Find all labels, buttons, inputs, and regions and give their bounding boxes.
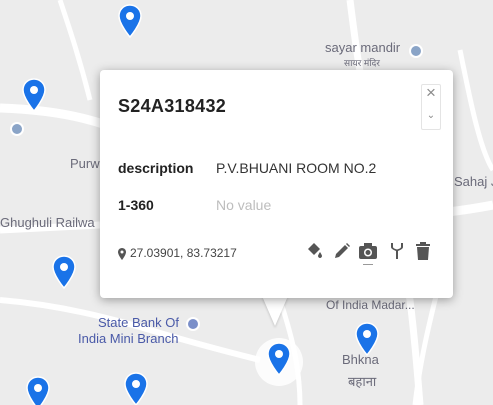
camera-icon[interactable] — [358, 240, 378, 262]
selected-map-pin-icon[interactable] — [267, 342, 291, 376]
field-label-description: description — [118, 160, 194, 176]
fork-icon[interactable] — [387, 240, 407, 262]
popup-title: S24A318432 — [118, 96, 227, 116]
trash-icon[interactable] — [413, 240, 433, 262]
camera-underline — [363, 264, 373, 265]
pencil-icon[interactable] — [332, 240, 352, 262]
map-label-state-bank-1: State Bank Of — [98, 315, 179, 330]
coordinates: 27.03901, 83.73217 — [118, 246, 237, 260]
field-label-1-360: 1-360 — [118, 197, 154, 213]
map-label-bahana-hindi: बहाना — [348, 374, 377, 389]
map-label-ghughuli-railway: Ghughuli Railwa — [0, 215, 95, 230]
map-pin-icon[interactable] — [118, 4, 142, 38]
map-pin-icon[interactable] — [22, 78, 46, 112]
field-value-description: P.V.BHUANI ROOM NO.2 — [216, 160, 377, 176]
close-icon[interactable]: × — [423, 84, 439, 102]
bank-poi-icon[interactable] — [186, 317, 200, 331]
chevron-down-icon[interactable]: ⌄ — [423, 110, 439, 124]
feature-info-popup: S24A318432 × ⌄ description P.V.BHUANI RO… — [100, 70, 453, 298]
temple-poi-icon[interactable] — [409, 44, 423, 58]
map-label-purw: Purw — [70, 156, 100, 171]
map-pin-icon[interactable] — [26, 376, 50, 405]
map-label-sayar-mandir-hindi: सायर मंदिर — [344, 58, 380, 68]
location-pin-icon — [118, 247, 126, 260]
map-pin-icon[interactable] — [52, 255, 76, 289]
map-pin-icon[interactable] — [355, 322, 379, 356]
map-label-sayar-mandir: sayar mandir — [325, 40, 401, 55]
map-label-state-bank-2: India Mini Branch — [78, 331, 179, 346]
popup-tail — [262, 296, 288, 326]
map-label-union-bank: Of India Madar... — [326, 298, 415, 312]
coordinates-text: 27.03901, 83.73217 — [130, 246, 237, 260]
poi-icon[interactable] — [10, 122, 24, 136]
paint-bucket-icon[interactable] — [304, 240, 324, 262]
map-label-sahaj: Sahaj J — [454, 174, 493, 189]
map-pin-icon[interactable] — [124, 372, 148, 405]
field-value-1-360: No value — [216, 197, 272, 213]
